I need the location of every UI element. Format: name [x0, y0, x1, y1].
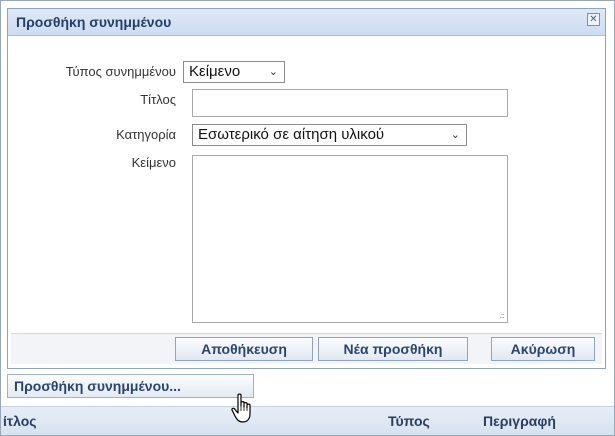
- add-attachment-button[interactable]: Προσθήκη συνημμένου...: [7, 374, 254, 398]
- category-value: Εσωτερικό σε αίτηση υλικού: [198, 126, 385, 143]
- close-icon[interactable]: ✕: [587, 13, 600, 26]
- attachment-type-label: Τύπος συνημμένου: [65, 64, 176, 79]
- cancel-button[interactable]: Ακύρωση: [491, 337, 595, 361]
- dialog-title: Προσθήκη συνημμένου: [16, 14, 172, 30]
- chevron-down-icon: ⌄: [268, 65, 278, 78]
- column-header-description[interactable]: Περιγραφή: [483, 413, 556, 429]
- new-attachment-button[interactable]: Νέα προσθήκη: [318, 337, 468, 361]
- attachment-type-select[interactable]: Κείμενο ⌄: [183, 61, 285, 83]
- attachment-type-value: Κείμενο: [189, 63, 241, 80]
- category-label: Κατηγορία: [116, 127, 176, 142]
- add-attachment-dialog: Προσθήκη συνημμένου ✕ Τύπος συνημμένου Κ…: [7, 8, 606, 369]
- attachments-grid-header: ίτλος Τύπος Περιγραφή: [1, 406, 614, 435]
- dialog-header: Προσθήκη συνημμένου ✕: [8, 9, 605, 36]
- column-header-type[interactable]: Τύπος: [388, 413, 430, 429]
- category-select[interactable]: Εσωτερικό σε αίτηση υλικού ⌄: [192, 124, 467, 146]
- chevron-down-icon: ⌄: [450, 128, 460, 141]
- title-label: Τίτλος: [140, 92, 176, 107]
- save-button[interactable]: Αποθήκευση: [175, 337, 313, 361]
- resize-grip-icon[interactable]: .::: [499, 311, 505, 320]
- column-header-title[interactable]: ίτλος: [3, 413, 37, 429]
- text-area[interactable]: .::: [192, 155, 508, 323]
- title-input[interactable]: [192, 89, 508, 117]
- hand-pointer-icon: [231, 393, 251, 423]
- text-label: Κείμενο: [131, 155, 176, 170]
- dialog-button-bar: Αποθήκευση Νέα προσθήκη Ακύρωση: [11, 333, 602, 364]
